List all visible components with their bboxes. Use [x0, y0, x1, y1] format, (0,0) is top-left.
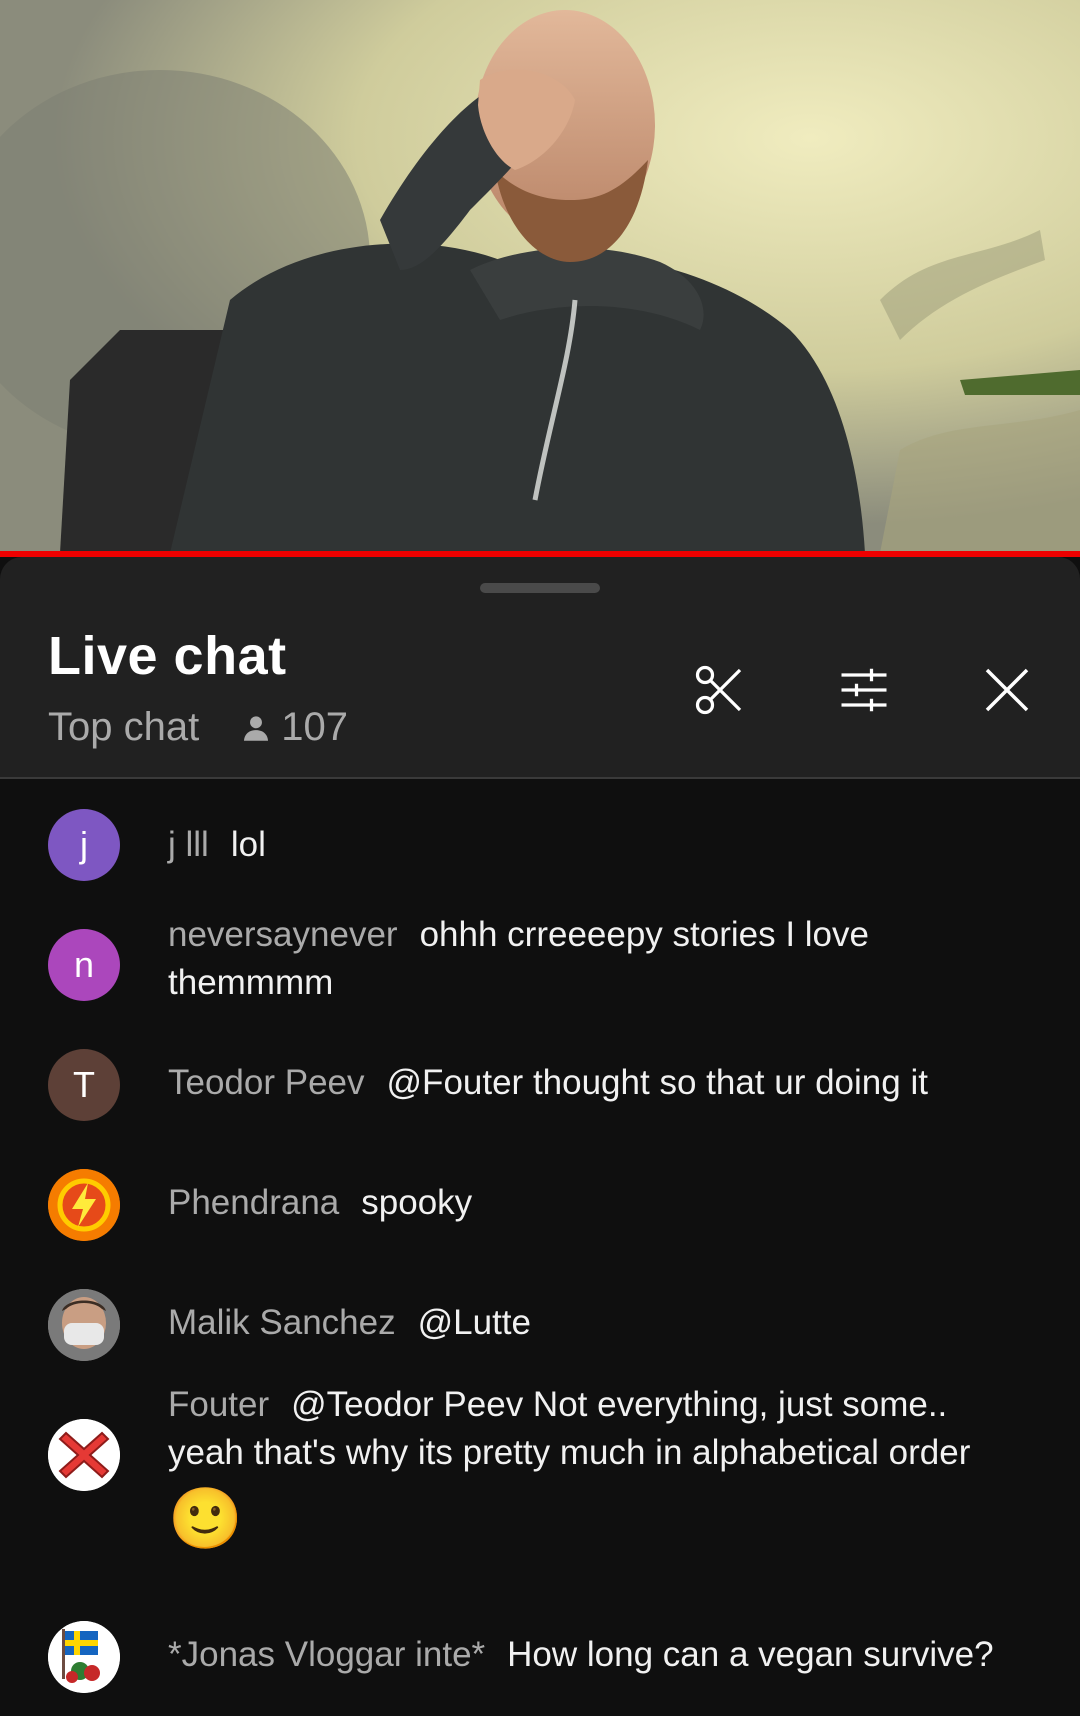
author-name[interactable]: Fouter [168, 1385, 269, 1424]
message-text: @Lutte [417, 1303, 531, 1342]
message-text: spooky [361, 1183, 473, 1222]
video-player[interactable] [0, 0, 1080, 553]
person-icon [244, 715, 269, 741]
avatar-letter: j [80, 824, 88, 865]
author-name[interactable]: Phendrana [168, 1183, 339, 1222]
author-name[interactable]: neversaynever [168, 915, 398, 954]
close-button[interactable] [972, 655, 1042, 725]
app-screen: Live chat Top chat 107 j j lll lol n nev… [0, 0, 1080, 1716]
slightly-smiling-face-emoji: 🙂 [168, 1485, 243, 1552]
avatar-letter: n [73, 944, 95, 985]
chat-settings-button[interactable] [829, 655, 899, 725]
message-body: Fouter @Teodor Peev Not everything, just … [168, 1381, 1028, 1555]
avatar[interactable]: T [48, 1049, 120, 1121]
author-name[interactable]: j lll [168, 825, 209, 864]
tune-icon [841, 668, 887, 712]
message-body: Phendrana spooky [168, 1179, 1028, 1227]
message-text: How long can a vegan survive? [507, 1635, 994, 1674]
clip-button[interactable] [685, 655, 755, 725]
message-body: *Jonas Vloggar inte* How long can a vegan… [168, 1631, 1028, 1679]
chat-mode-selector[interactable]: Top chat [48, 705, 199, 750]
avatar-letter: T [73, 1064, 95, 1105]
scissors-icon [695, 665, 742, 715]
author-name[interactable]: Malik Sanchez [168, 1303, 396, 1342]
avatar[interactable] [48, 1621, 120, 1693]
close-icon [985, 668, 1029, 712]
video-frame-image [0, 0, 1080, 553]
panel-title: Live chat [48, 626, 287, 686]
avatar[interactable]: j [48, 809, 120, 881]
drag-handle[interactable] [480, 583, 600, 593]
chat-header: Live chat Top chat 107 [0, 557, 1080, 779]
avatar[interactable]: n [48, 929, 120, 1001]
message-text: lol [230, 825, 266, 864]
author-name[interactable]: Teodor Peev [168, 1063, 365, 1102]
message-text: @Teodor Peev Not everything, just some..… [168, 1385, 971, 1472]
author-name[interactable]: *Jonas Vloggar inte* [168, 1635, 485, 1674]
message-body: j lll lol [168, 821, 1028, 869]
message-body: neversaynever ohhh crreeeepy stories I lo… [168, 911, 1028, 1007]
avatar[interactable] [48, 1289, 120, 1361]
message-body: Teodor Peev @Fouter thought so that ur do… [168, 1059, 1028, 1107]
swedish-flag-icon [48, 1621, 120, 1693]
red-x-icon [48, 1419, 120, 1491]
live-chat-panel: Live chat Top chat 107 j j lll lol n nev… [0, 557, 1080, 1716]
message-text: @Fouter thought so that ur doing it [386, 1063, 928, 1102]
chat-mode-row: Top chat 107 [48, 705, 348, 750]
profile-photo [48, 1289, 120, 1361]
lightning-bolt-icon [48, 1169, 120, 1241]
message-body: Malik Sanchez @Lutte [168, 1299, 1028, 1347]
avatar[interactable] [48, 1169, 120, 1241]
viewer-count-value: 107 [281, 705, 348, 749]
avatar[interactable] [48, 1419, 120, 1491]
viewer-count: 107 [239, 705, 348, 750]
